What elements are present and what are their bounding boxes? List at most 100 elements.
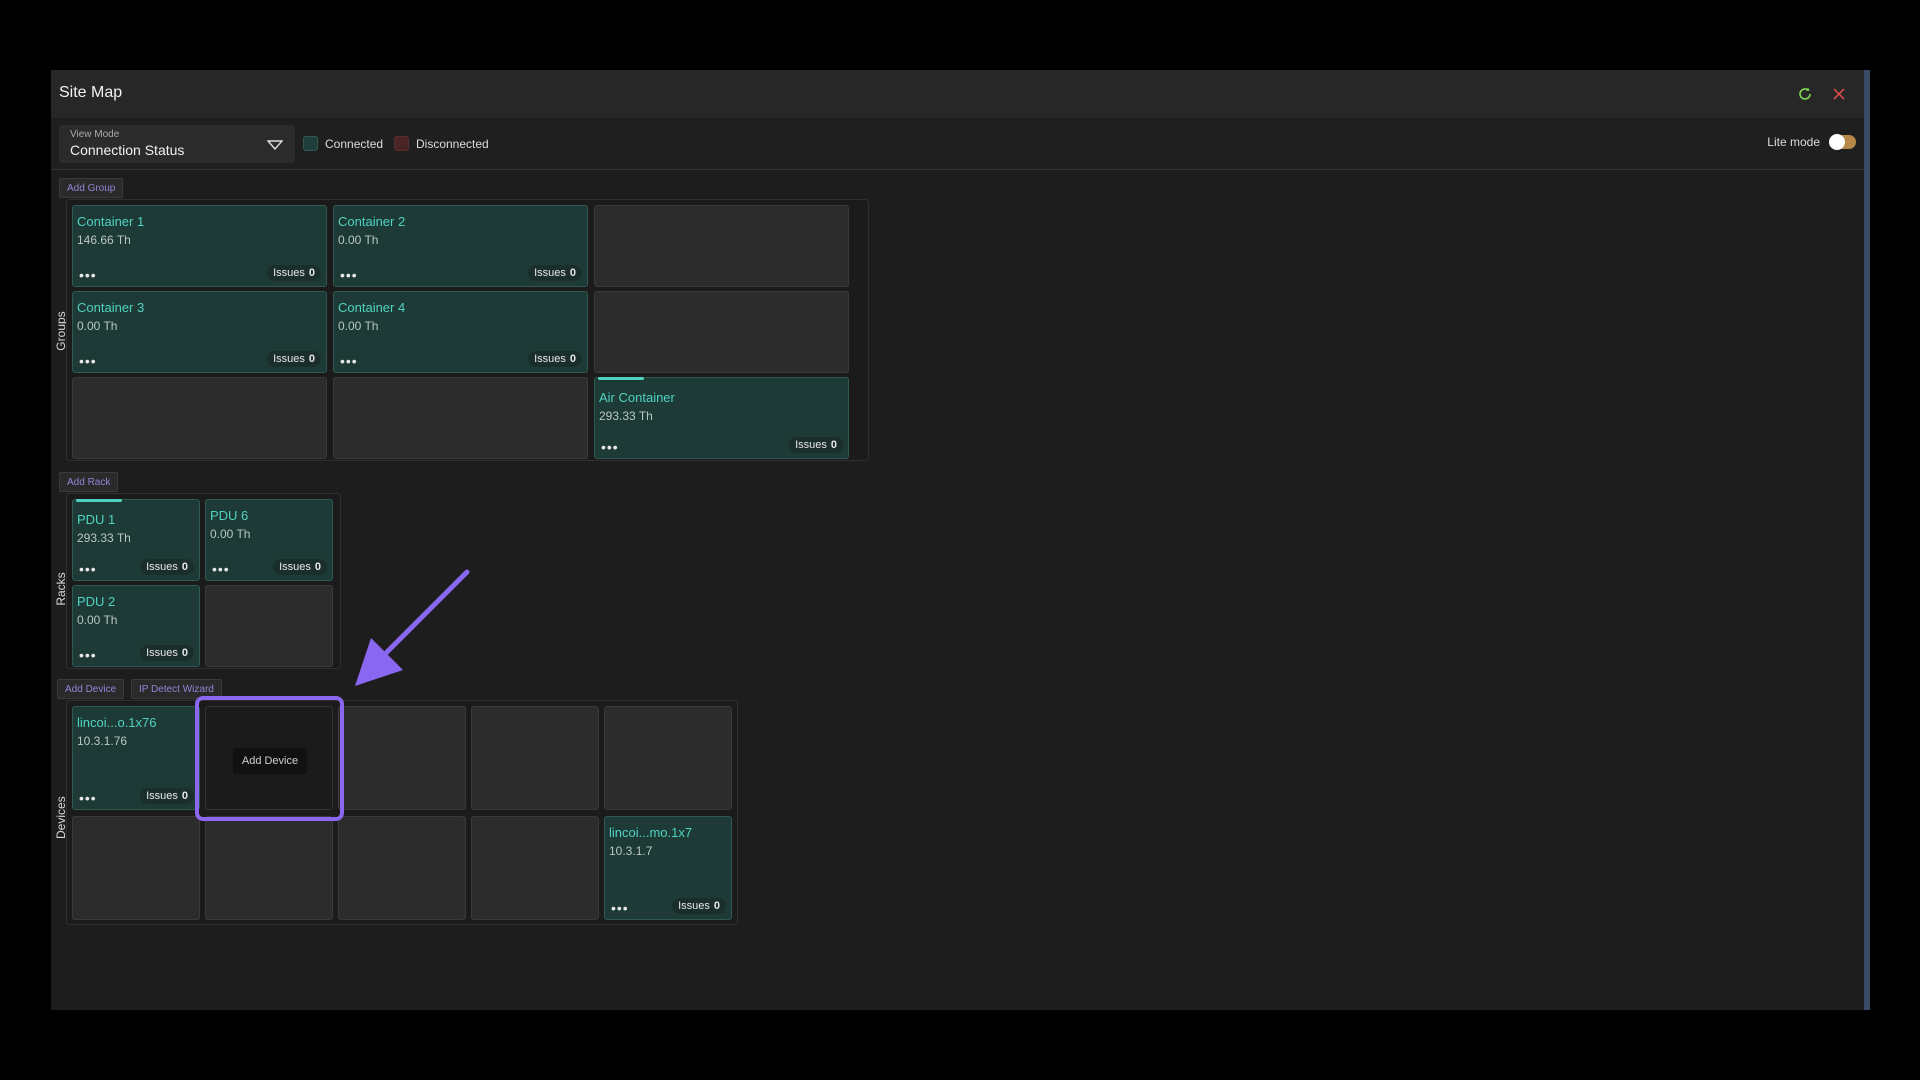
issues-badge: Issues 0 <box>267 351 321 367</box>
device-card-1x7[interactable]: lincoi...mo.1x7 10.3.1.7 ••• Issues 0 <box>604 816 732 920</box>
empty-slot[interactable] <box>338 706 466 810</box>
window-title: Site Map <box>59 84 123 101</box>
card-value: 0.00 Th <box>77 613 118 627</box>
close-icon[interactable] <box>1828 83 1850 105</box>
more-icon[interactable]: ••• <box>340 354 358 368</box>
add-group-button[interactable]: Add Group <box>59 178 124 198</box>
empty-slot[interactable] <box>205 585 333 667</box>
more-icon[interactable]: ••• <box>79 791 97 805</box>
issues-count: 0 <box>181 561 188 573</box>
more-icon[interactable]: ••• <box>611 901 629 915</box>
more-icon[interactable]: ••• <box>212 562 230 576</box>
card-name: PDU 6 <box>210 508 249 523</box>
issues-label: Issues <box>534 353 566 365</box>
card-value: 0.00 Th <box>77 319 118 333</box>
rack-card-pdu-1[interactable]: PDU 1 293.33 Th ••• Issues 0 <box>72 499 200 581</box>
group-card-container-4[interactable]: Container 4 0.00 Th ••• Issues 0 <box>333 291 588 373</box>
issues-badge: Issues 0 <box>528 265 582 281</box>
card-value: 10.3.1.7 <box>609 844 653 858</box>
disconnected-swatch <box>394 136 409 151</box>
highlight-box <box>195 696 344 821</box>
issues-label: Issues <box>678 900 710 912</box>
issues-count: 0 <box>308 353 315 365</box>
issues-count: 0 <box>569 353 576 365</box>
chevron-down-icon <box>266 137 284 155</box>
card-name: PDU 1 <box>77 512 116 527</box>
empty-slot[interactable] <box>594 205 849 287</box>
card-name: Container 4 <box>338 300 406 315</box>
empty-slot[interactable] <box>205 816 333 920</box>
rack-card-pdu-2[interactable]: PDU 2 0.00 Th ••• Issues 0 <box>72 585 200 667</box>
issues-badge: Issues 0 <box>789 437 843 453</box>
view-mode-select[interactable]: View Mode Connection Status <box>59 125 295 163</box>
legend-disconnected-label: Disconnected <box>416 136 489 151</box>
card-name: Container 2 <box>338 214 406 229</box>
group-card-container-3[interactable]: Container 3 0.00 Th ••• Issues 0 <box>72 291 327 373</box>
issues-count: 0 <box>830 439 837 451</box>
empty-slot[interactable] <box>471 706 599 810</box>
empty-slot[interactable] <box>72 377 327 459</box>
card-name: lincoi...o.1x76 <box>77 715 157 730</box>
issues-count: 0 <box>181 647 188 659</box>
more-icon[interactable]: ••• <box>79 354 97 368</box>
group-card-container-1[interactable]: Container 1 146.66 Th ••• Issues 0 <box>72 205 327 287</box>
issues-badge: Issues 0 <box>273 559 327 575</box>
issues-count: 0 <box>181 790 188 802</box>
card-name: PDU 2 <box>77 594 116 609</box>
more-icon[interactable]: ••• <box>79 648 97 662</box>
card-name: Container 3 <box>77 300 145 315</box>
empty-slot[interactable] <box>594 291 849 373</box>
add-rack-button[interactable]: Add Rack <box>59 472 119 492</box>
issues-label: Issues <box>146 561 178 573</box>
empty-slot[interactable] <box>338 816 466 920</box>
issues-count: 0 <box>314 561 321 573</box>
add-device-button[interactable]: Add Device <box>57 679 125 699</box>
toolbar: View Mode Connection Status Connected Di… <box>51 118 1864 170</box>
issues-label: Issues <box>534 267 566 279</box>
more-icon[interactable]: ••• <box>601 440 619 454</box>
more-icon[interactable]: ••• <box>340 268 358 282</box>
toggle-knob <box>1829 134 1845 150</box>
empty-slot[interactable] <box>604 706 732 810</box>
issues-badge: Issues 0 <box>672 898 726 914</box>
lite-mode-label: Lite mode <box>1767 135 1820 149</box>
issues-label: Issues <box>273 267 305 279</box>
issues-badge: Issues 0 <box>267 265 321 281</box>
card-value: 0.00 Th <box>210 527 251 541</box>
empty-slot[interactable] <box>333 377 588 459</box>
issues-label: Issues <box>795 439 827 451</box>
empty-slot[interactable] <box>72 816 200 920</box>
issues-label: Issues <box>279 561 311 573</box>
view-mode-value: Connection Status <box>70 142 185 158</box>
title-bar: Site Map <box>51 70 1864 118</box>
issues-count: 0 <box>308 267 315 279</box>
refresh-icon[interactable] <box>1794 83 1816 105</box>
card-value: 146.66 Th <box>77 233 131 247</box>
more-icon[interactable]: ••• <box>79 268 97 282</box>
card-value: 293.33 Th <box>77 531 131 545</box>
issues-badge: Issues 0 <box>528 351 582 367</box>
issues-count: 0 <box>569 267 576 279</box>
card-value: 0.00 Th <box>338 233 379 247</box>
issues-label: Issues <box>146 647 178 659</box>
card-value: 293.33 Th <box>599 409 653 423</box>
group-card-container-2[interactable]: Container 2 0.00 Th ••• Issues 0 <box>333 205 588 287</box>
load-indicator-bar <box>598 377 644 380</box>
annotation-arrow-icon <box>355 569 470 686</box>
issues-badge: Issues 0 <box>140 559 194 575</box>
rack-card-pdu-6[interactable]: PDU 6 0.00 Th ••• Issues 0 <box>205 499 333 581</box>
device-card-1x76[interactable]: lincoi...o.1x76 10.3.1.76 ••• Issues 0 <box>72 706 200 810</box>
view-mode-label: View Mode <box>70 129 120 140</box>
lite-mode-toggle[interactable] <box>1829 134 1856 150</box>
issues-badge: Issues 0 <box>140 645 194 661</box>
more-icon[interactable]: ••• <box>79 562 97 576</box>
card-value: 0.00 Th <box>338 319 379 333</box>
group-card-air-container[interactable]: Air Container 293.33 Th ••• Issues 0 <box>594 377 849 459</box>
card-name: Air Container <box>599 390 675 405</box>
window-scrollbar[interactable] <box>1864 70 1870 1010</box>
issues-label: Issues <box>273 353 305 365</box>
issues-label: Issues <box>146 790 178 802</box>
site-map-window: Site Map View Mode Connection Status Con… <box>51 70 1870 1010</box>
empty-slot[interactable] <box>471 816 599 920</box>
legend-connected-label: Connected <box>325 136 384 151</box>
